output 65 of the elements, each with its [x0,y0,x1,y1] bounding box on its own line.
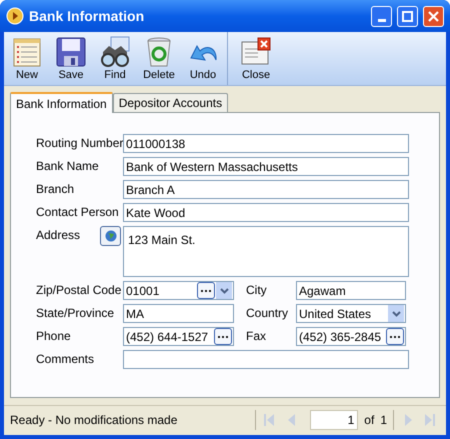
page-of-label: of [364,412,374,428]
text-field[interactable]: MA [123,304,234,323]
field-value: (452) 365-2845 [298,328,382,346]
tab[interactable]: Depositor Accounts [112,93,228,112]
text-field[interactable]: Kate Wood [123,203,409,222]
close-icon [428,10,439,22]
chevron-down-icon [220,288,228,294]
tab[interactable]: Bank Information [10,92,113,113]
field-label: Fax [246,328,268,345]
field-label: Contact Person [36,204,119,221]
recycle-bin-icon [145,36,173,68]
field-value: 01001 [125,282,160,300]
browse-button[interactable] [197,282,215,299]
window-title: Bank Information [29,6,146,26]
globe-button[interactable] [100,226,121,246]
browse-button[interactable] [386,328,404,345]
field-label: Address [36,227,80,244]
field-label: State/Province [36,305,116,322]
field-label: Routing Number [36,135,124,152]
text-field[interactable] [123,350,409,369]
binoculars-icon [99,36,131,68]
maximize-icon [402,10,413,22]
field-value: (452) 644-1527 [125,328,210,346]
toolbar-button[interactable]: Delete [137,32,181,84]
left-arrow-icon [262,412,276,428]
field-value: 123 Main St. [127,232,196,249]
address-field[interactable]: 123 Main St. [123,226,409,277]
chevron-down-icon [392,310,400,316]
page-total: 1 [380,412,387,428]
lookup-field[interactable]: (452) 644-1527 [123,327,234,346]
browse-button[interactable] [214,328,232,345]
field-label: City [246,282,268,299]
toolbar-button[interactable]: Undo [181,32,225,84]
current-page: 1 [348,412,354,428]
minimize-button[interactable] [371,6,392,26]
toolbar-button[interactable]: New [5,32,49,84]
close-window-icon [240,36,272,68]
app-icon [6,7,24,25]
field-label: Country [246,305,290,322]
text-field[interactable]: Branch A [123,180,409,199]
text-field[interactable]: 011000138 [123,134,409,153]
dropdown-button[interactable] [216,282,232,299]
lookup-field[interactable]: 01001 [123,281,234,300]
field-label: Branch [36,181,74,198]
text-field[interactable]: Bank of Western Massachusetts [123,157,409,176]
dropdown-field[interactable]: United States [296,304,406,323]
field-label: Phone [36,328,72,345]
right-arrow-icon [422,412,436,428]
globe-icon [104,230,116,242]
field-label: Comments [36,351,94,368]
toolbar-button[interactable]: Save [49,32,93,84]
field-label: Bank Name [36,158,99,175]
lookup-field[interactable]: (452) 365-2845 [296,327,406,346]
toolbar-button[interactable]: Close [234,32,278,84]
field-value: United States [298,306,372,322]
text-field[interactable]: Agawam [296,281,406,300]
document-icon [12,36,42,68]
maximize-button[interactable] [397,6,418,26]
minimize-icon [378,18,386,22]
dropdown-button[interactable] [388,305,404,322]
status-message: Ready - No modifications made [10,412,178,428]
toolbar-button[interactable]: Find [93,32,137,84]
page-field[interactable]: 1 [310,410,358,430]
field-label: Zip/Postal Code [36,282,122,299]
close-button[interactable] [423,6,444,26]
